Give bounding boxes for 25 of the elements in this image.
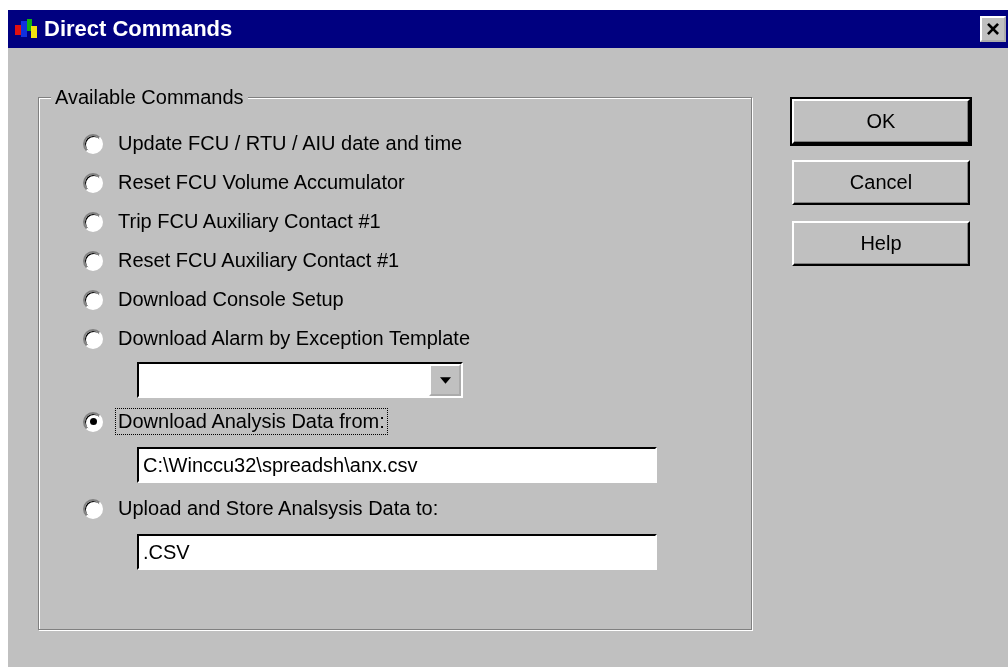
dropdown[interactable] [137, 362, 463, 398]
option-label[interactable]: Upload and Store Analsysis Data to: [115, 495, 442, 522]
radio-button[interactable] [83, 133, 103, 154]
radio-button[interactable] [83, 172, 103, 193]
window-title: Direct Commands [44, 16, 234, 42]
close-button[interactable]: × [980, 16, 1006, 42]
radio-button[interactable] [83, 328, 103, 349]
radio-button[interactable] [83, 250, 103, 271]
option-label[interactable]: Download Analysis Data from: [115, 408, 388, 435]
radio-button[interactable] [83, 498, 103, 519]
dialog-button[interactable]: OK [792, 99, 970, 144]
option-label[interactable]: Update FCU / RTU / AIU date and time [115, 130, 466, 157]
option-label[interactable]: Reset FCU Volume Accumulator [115, 169, 408, 196]
option-label[interactable]: Trip FCU Auxiliary Contact #1 [115, 208, 384, 235]
dialog-button[interactable]: Help [792, 221, 970, 266]
radio-button[interactable] [83, 411, 103, 432]
input-field[interactable]: C:\Winccu32\spreadsh\anx.csv [137, 447, 657, 483]
option-label[interactable]: Download Console Setup [115, 286, 347, 313]
option-label[interactable]: Download Alarm by Exception Template [115, 325, 474, 352]
input-field[interactable]: .CSV [137, 534, 657, 570]
radio-button[interactable] [83, 211, 103, 232]
radio-button[interactable] [83, 289, 103, 310]
dialog-button[interactable]: Cancel [792, 160, 970, 205]
app-icon [14, 17, 38, 41]
option-label[interactable]: Reset FCU Auxiliary Contact #1 [115, 247, 403, 274]
